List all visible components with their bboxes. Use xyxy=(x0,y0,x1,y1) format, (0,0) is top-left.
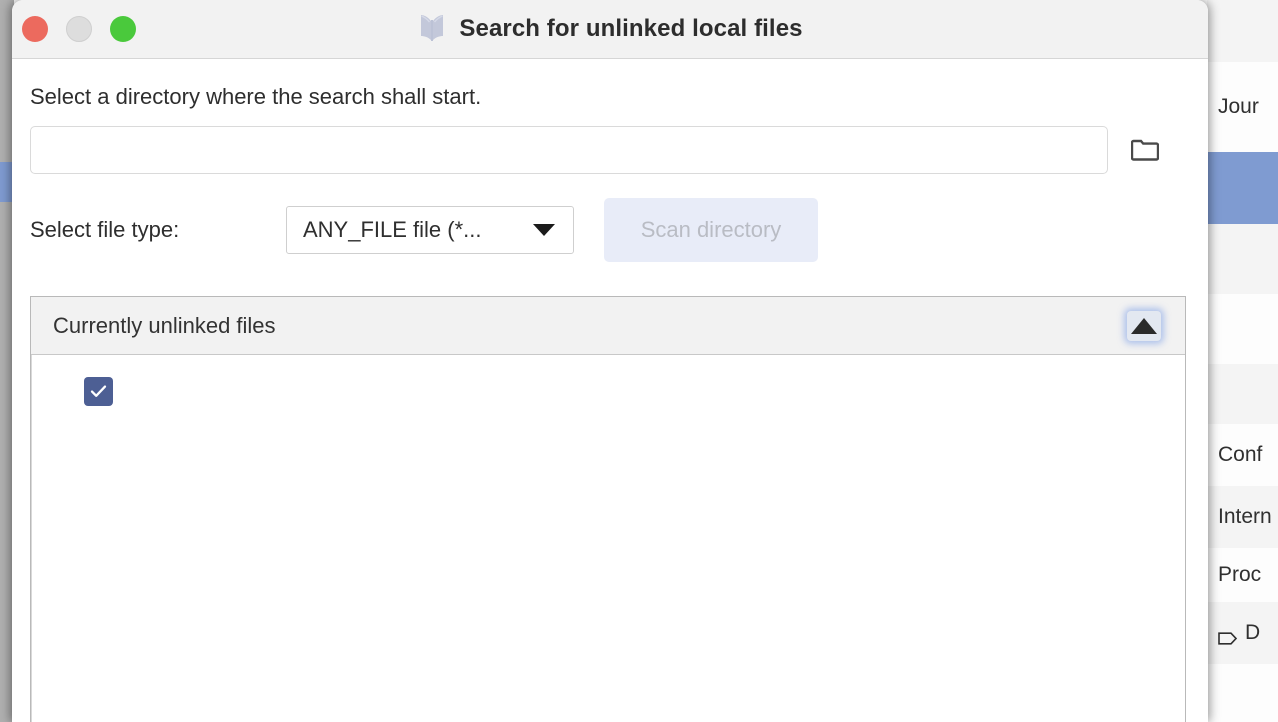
chevron-down-icon xyxy=(533,224,555,236)
background-list-row-label: Proc xyxy=(1218,563,1262,586)
browse-directory-button[interactable] xyxy=(1108,126,1182,174)
background-list-row: Proc xyxy=(1207,548,1278,602)
pane-header[interactable]: Currently unlinked files xyxy=(31,297,1185,355)
background-list-row: Conf xyxy=(1207,424,1278,486)
background-list-row xyxy=(1207,364,1278,424)
tree-left-rail xyxy=(31,355,32,722)
background-list-row xyxy=(1207,294,1278,364)
background-list-row xyxy=(1207,0,1278,62)
close-button[interactable] xyxy=(22,16,48,42)
file-type-row: Select file type: ANY_FILE file (*... Sc… xyxy=(30,198,1190,262)
scan-directory-button[interactable]: Scan directory xyxy=(604,198,818,262)
dialog-titlebar[interactable]: Search for unlinked local files xyxy=(12,0,1208,59)
folder-icon xyxy=(1130,138,1160,162)
file-type-value: ANY_FILE file (*... xyxy=(303,217,482,242)
title-group: Search for unlinked local files xyxy=(12,14,1208,44)
background-list-row xyxy=(1207,664,1278,722)
directory-row xyxy=(30,126,1190,174)
background-list-row-label: Jour xyxy=(1218,95,1259,118)
pane-collapse-toggle[interactable] xyxy=(1127,310,1161,341)
dialog-body: Select a directory where the search shal… xyxy=(12,84,1208,722)
screen: Jour Conf Intern Proc D Search for unlin… xyxy=(0,0,1278,722)
tag-icon xyxy=(1218,627,1238,645)
directory-input[interactable] xyxy=(30,126,1108,174)
file-type-select[interactable]: ANY_FILE file (*... xyxy=(286,206,574,254)
dialog-title: Search for unlinked local files xyxy=(459,15,803,42)
jabref-book-icon xyxy=(417,14,447,44)
unlinked-files-tree xyxy=(31,355,1185,722)
background-list-row: Intern xyxy=(1207,486,1278,548)
triangle-up-icon xyxy=(1131,317,1157,334)
unlinked-files-dialog: Search for unlinked local files Select a… xyxy=(12,0,1208,722)
window-controls xyxy=(22,16,136,42)
background-list-row xyxy=(1207,224,1278,294)
background-list-row-label: D xyxy=(1245,621,1261,644)
pane-title: Currently unlinked files xyxy=(53,312,276,338)
unlinked-files-pane: Currently unlinked files xyxy=(30,296,1186,722)
background-list-row-label: Conf xyxy=(1218,443,1263,466)
background-right-panel: Jour Conf Intern Proc D xyxy=(1207,0,1278,722)
minimize-button[interactable] xyxy=(66,16,92,42)
background-list-row: Jour xyxy=(1207,62,1278,152)
select-all-checkbox[interactable] xyxy=(84,377,113,406)
background-list-row: D xyxy=(1207,602,1278,664)
zoom-button[interactable] xyxy=(110,16,136,42)
file-type-label: Select file type: xyxy=(30,217,180,242)
directory-hint-label: Select a directory where the search shal… xyxy=(30,84,482,109)
background-list-row xyxy=(1207,152,1278,224)
background-list-row-label: Intern xyxy=(1218,505,1272,528)
